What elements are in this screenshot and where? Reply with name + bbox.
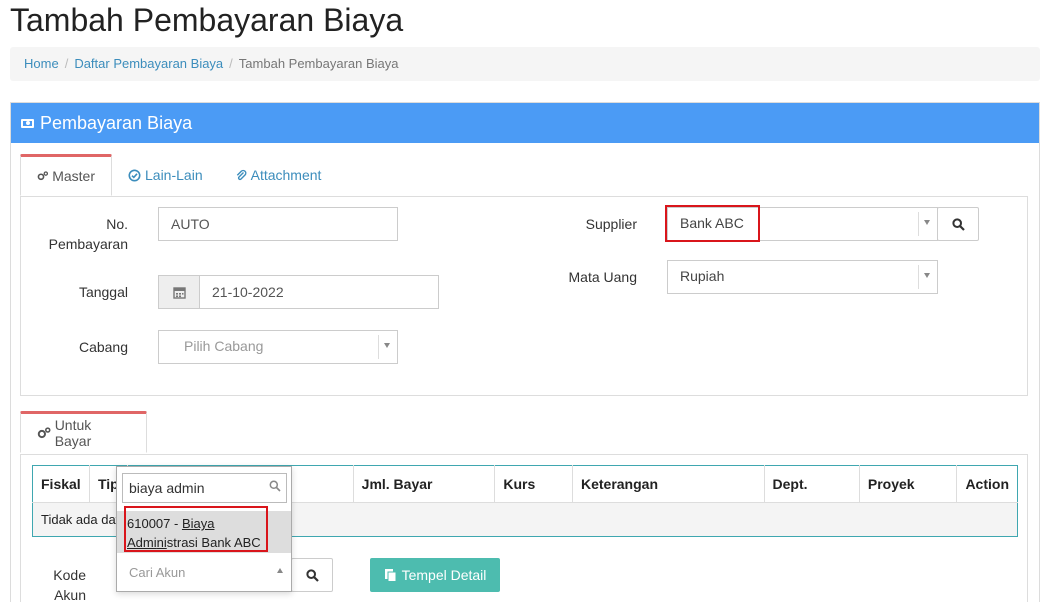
page-title: Tambah Pembayaran Biaya xyxy=(10,2,404,38)
account-result-match: Biaya xyxy=(181,516,215,531)
money-icon xyxy=(21,118,34,128)
breadcrumb-home-link[interactable]: Home xyxy=(24,56,59,71)
breadcrumb-current: Tambah Pembayaran Biaya xyxy=(238,56,399,71)
tempel-detail-button[interactable]: Tempel Detail xyxy=(370,558,500,592)
kode-akun-search-button[interactable] xyxy=(291,558,333,592)
account-result-rest: strasi Bank ABC xyxy=(166,535,261,550)
tab-untuk-bayar-label: Untuk Bayar xyxy=(54,417,92,449)
form-tabs: Master Lain-Lain Attachment xyxy=(20,154,337,196)
account-result-code: 610007 - xyxy=(127,516,182,531)
chevron-down-icon xyxy=(924,273,930,278)
tab-attachment-label: Attachment xyxy=(250,167,322,183)
col-action: Action xyxy=(956,465,1018,503)
search-icon xyxy=(951,217,965,231)
chevron-down-icon xyxy=(924,220,930,225)
search-icon xyxy=(269,480,281,492)
breadcrumb-separator: / xyxy=(64,56,69,71)
col-proyek: Proyek xyxy=(858,465,957,503)
col-fiskal: Fiskal xyxy=(41,476,81,492)
cabang-placeholder: Pilih Cabang xyxy=(184,338,264,354)
detail-tabs: Untuk Bayar xyxy=(20,411,147,453)
account-search-input[interactable]: biaya admin xyxy=(122,473,287,503)
cabang-select[interactable]: Pilih Cabang xyxy=(158,330,398,364)
paste-icon xyxy=(384,569,397,582)
no-pembayaran-label: No. Pembayaran xyxy=(30,214,128,254)
account-dropdown: biaya admin 610007 - Biaya Administrasi … xyxy=(116,466,292,592)
tanggal-input[interactable]: 21-10-2022 xyxy=(199,275,439,309)
gears-icon xyxy=(37,171,49,181)
kode-akun-label-line1: Kode xyxy=(53,567,86,583)
tab-master-label: Master xyxy=(52,168,95,184)
col-jml-bayar: Jml. Bayar xyxy=(352,465,495,503)
kode-akun-label: Kode Akun xyxy=(30,565,86,602)
calendar-addon[interactable] xyxy=(158,275,200,309)
tab-master[interactable]: Master xyxy=(20,154,112,196)
panel-heading: Pembayaran Biaya xyxy=(11,103,1039,143)
breadcrumb: Home / Daftar Pembayaran Biaya / Tambah Pemb… xyxy=(10,47,1040,81)
select-divider xyxy=(378,335,379,359)
tanggal-label: Tanggal xyxy=(78,284,128,300)
mata-uang-value: Rupiah xyxy=(680,268,725,284)
kode-akun-placeholder: Cari Akun xyxy=(129,565,186,580)
account-result-line2: Administrasi Bank ABC xyxy=(127,533,281,552)
tab-attachment[interactable]: Attachment xyxy=(219,154,338,196)
supplier-select[interactable]: Bank ABC xyxy=(667,207,938,241)
col-keterangan: Keterangan xyxy=(571,465,765,503)
supplier-search-button[interactable] xyxy=(937,207,979,241)
select-divider xyxy=(918,212,919,236)
kode-akun-select[interactable]: Cari Akun xyxy=(117,555,291,591)
kode-akun-label-line2: Akun xyxy=(54,587,86,602)
gears-icon xyxy=(37,427,51,439)
cabang-label: Cabang xyxy=(78,339,128,355)
chevron-down-icon xyxy=(384,343,390,348)
check-circle-icon xyxy=(128,169,141,181)
no-pembayaran-label-line1: No. xyxy=(106,216,128,232)
chevron-up-icon xyxy=(277,568,283,573)
tab-lain-lain[interactable]: Lain-Lain xyxy=(112,154,219,196)
account-result-line1: 610007 - Biaya xyxy=(127,514,281,533)
col-kurs: Kurs xyxy=(494,465,573,503)
account-result-item[interactable]: 610007 - Biaya Administrasi Bank ABC xyxy=(117,511,291,553)
col-dept: Dept. xyxy=(763,465,860,503)
supplier-label: Supplier xyxy=(585,216,637,232)
account-result-match: Admi xyxy=(127,535,157,550)
mata-uang-label: Mata Uang xyxy=(568,269,637,285)
panel-title: Pembayaran Biaya xyxy=(40,112,193,133)
no-pembayaran-label-line2: Pembayaran xyxy=(48,236,128,252)
no-pembayaran-input[interactable]: AUTO xyxy=(158,207,398,241)
select-divider xyxy=(918,265,919,289)
tab-untuk-bayar[interactable]: Untuk Bayar xyxy=(20,411,147,453)
tab-lain-lain-label: Lain-Lain xyxy=(145,167,203,183)
mata-uang-select[interactable]: Rupiah xyxy=(667,260,938,294)
supplier-value: Bank ABC xyxy=(680,215,744,231)
account-result-match: ni xyxy=(156,535,167,550)
search-icon xyxy=(305,568,319,582)
calendar-icon xyxy=(172,286,186,299)
paperclip-icon xyxy=(236,169,247,180)
breadcrumb-separator: / xyxy=(229,56,233,71)
tempel-detail-label: Tempel Detail xyxy=(401,567,487,583)
breadcrumb-list-link[interactable]: Daftar Pembayaran Biaya xyxy=(74,56,223,71)
